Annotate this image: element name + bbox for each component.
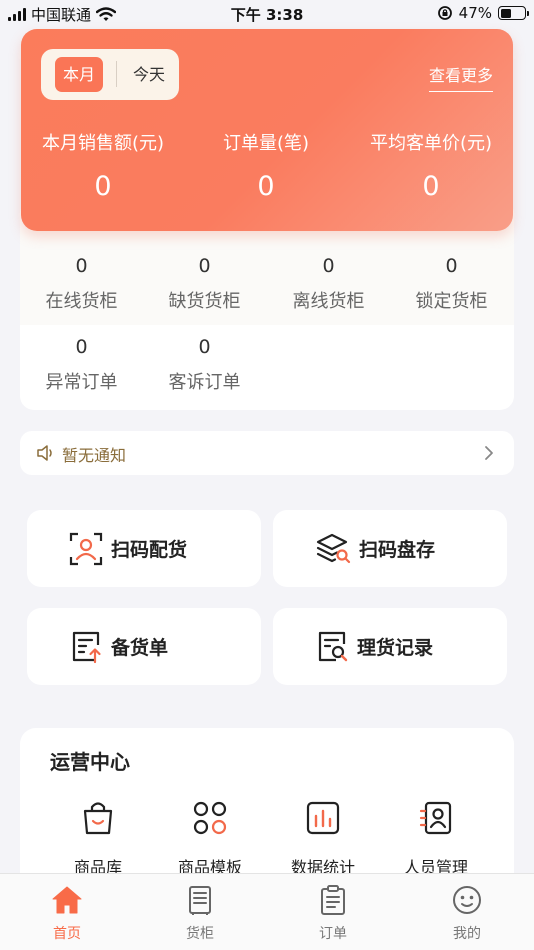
bottom-tab-bar: 首页 货柜 订单 我的 bbox=[0, 873, 534, 950]
tally-records-button[interactable]: 理货记录 bbox=[273, 608, 507, 685]
tab-label: 货柜 bbox=[186, 926, 214, 942]
record-search-icon bbox=[318, 631, 348, 661]
stat-locked-cabinets[interactable]: 0 锁定货柜 bbox=[390, 253, 513, 313]
metric-average-order-value: 平均客单价(元) 0 bbox=[359, 129, 503, 202]
tile-label: 扫码盘存 bbox=[359, 539, 436, 561]
stat-label: 锁定货柜 bbox=[415, 291, 488, 312]
sales-summary-card: 本月 今天 查看更多 本月销售额(元) 0 订单量(笔) 0 平均客单价(元) … bbox=[21, 29, 513, 231]
stat-offline-cabinets[interactable]: 0 离线货柜 bbox=[267, 253, 390, 313]
stat-online-cabinets[interactable]: 0 在线货柜 bbox=[20, 253, 143, 313]
tile-label: 理货记录 bbox=[357, 637, 434, 659]
toggle-divider bbox=[116, 61, 117, 87]
see-more-link[interactable]: 查看更多 bbox=[428, 62, 493, 92]
stat-label: 异常订单 bbox=[45, 372, 118, 393]
scan-inventory-button[interactable]: 扫码盘存 bbox=[273, 510, 507, 587]
tab-this-month[interactable]: 本月 bbox=[55, 57, 103, 92]
tab-label: 我的 bbox=[453, 926, 481, 942]
stat-label: 客诉订单 bbox=[168, 372, 241, 393]
metric-value: 0 bbox=[94, 171, 112, 202]
section-title: 运营中心 bbox=[50, 750, 130, 774]
metric-value: 0 bbox=[422, 171, 440, 202]
ops-item-staff-management[interactable]: 人员管理 bbox=[376, 800, 496, 878]
metric-label: 本月销售额(元) bbox=[41, 133, 165, 154]
layers-search-icon bbox=[316, 533, 351, 563]
stat-value: 0 bbox=[445, 255, 458, 277]
shopping-bag-icon bbox=[83, 802, 113, 835]
tile-label: 扫码配货 bbox=[111, 539, 188, 561]
person-card-icon bbox=[419, 801, 452, 835]
stat-abnormal-orders[interactable]: 0 异常订单 bbox=[20, 334, 143, 394]
stat-value: 0 bbox=[198, 336, 211, 358]
app-screen: 中国联通 下午 3:38 47% 0 在线货柜 0 缺货货柜 0 离线货柜 0 … bbox=[0, 0, 534, 950]
scan-user-icon bbox=[69, 532, 103, 565]
status-bar: 中国联通 下午 3:38 47% bbox=[0, 0, 534, 28]
stat-value: 0 bbox=[322, 255, 335, 277]
clipboard-icon bbox=[321, 885, 345, 915]
chevron-right-icon bbox=[485, 446, 493, 460]
tab-orders[interactable]: 订单 bbox=[293, 884, 373, 943]
ops-item-product-template[interactable]: 商品模板 bbox=[150, 800, 270, 878]
metric-label: 平均客单价(元) bbox=[369, 133, 493, 154]
metric-label: 订单量(笔) bbox=[222, 133, 310, 154]
stat-label: 在线货柜 bbox=[45, 291, 118, 312]
battery-icon bbox=[498, 6, 529, 20]
battery-percent: 47% bbox=[458, 4, 492, 22]
face-icon bbox=[453, 886, 481, 914]
template-grid-icon bbox=[193, 801, 227, 835]
stat-value: 0 bbox=[75, 336, 88, 358]
home-icon bbox=[52, 886, 82, 914]
stock-list-button[interactable]: 备货单 bbox=[27, 608, 261, 685]
tab-mine[interactable]: 我的 bbox=[427, 884, 507, 943]
tab-cabinets[interactable]: 货柜 bbox=[160, 884, 240, 943]
metric-monthly-sales: 本月销售额(元) 0 bbox=[31, 129, 175, 202]
status-right: 47% bbox=[437, 4, 529, 22]
bar-chart-icon bbox=[306, 801, 340, 835]
stat-value: 0 bbox=[75, 255, 88, 277]
stock-list-icon bbox=[72, 631, 101, 663]
ops-item-data-statistics[interactable]: 数据统计 bbox=[263, 800, 383, 878]
speaker-icon bbox=[37, 445, 52, 461]
stat-label: 缺货货柜 bbox=[168, 291, 241, 312]
tile-label: 备货单 bbox=[111, 637, 169, 659]
period-toggle: 本月 今天 bbox=[41, 49, 179, 100]
tab-label: 首页 bbox=[53, 926, 81, 942]
metric-order-count: 订单量(笔) 0 bbox=[201, 129, 331, 202]
tab-label: 订单 bbox=[319, 926, 347, 942]
cabinet-icon bbox=[189, 886, 211, 915]
stat-value: 0 bbox=[198, 255, 211, 277]
scan-distribute-button[interactable]: 扫码配货 bbox=[27, 510, 261, 587]
ops-item-product-library[interactable]: 商品库 bbox=[38, 800, 158, 878]
stat-complaint-orders[interactable]: 0 客诉订单 bbox=[143, 334, 266, 394]
tab-home[interactable]: 首页 bbox=[27, 884, 107, 943]
notice-bar[interactable]: 暂无通知 bbox=[20, 431, 514, 475]
cabinet-stats-card: 0 在线货柜 0 缺货货柜 0 离线货柜 0 锁定货柜 0 异常订单 0 客诉订… bbox=[20, 200, 514, 410]
orientation-lock-icon bbox=[437, 6, 452, 20]
stat-label: 离线货柜 bbox=[292, 291, 365, 312]
battery-fill bbox=[500, 8, 512, 18]
notice-text: 暂无通知 bbox=[62, 446, 127, 465]
stat-out-of-stock-cabinets[interactable]: 0 缺货货柜 bbox=[143, 253, 266, 313]
metric-value: 0 bbox=[257, 171, 275, 202]
tab-today[interactable]: 今天 bbox=[129, 57, 169, 92]
